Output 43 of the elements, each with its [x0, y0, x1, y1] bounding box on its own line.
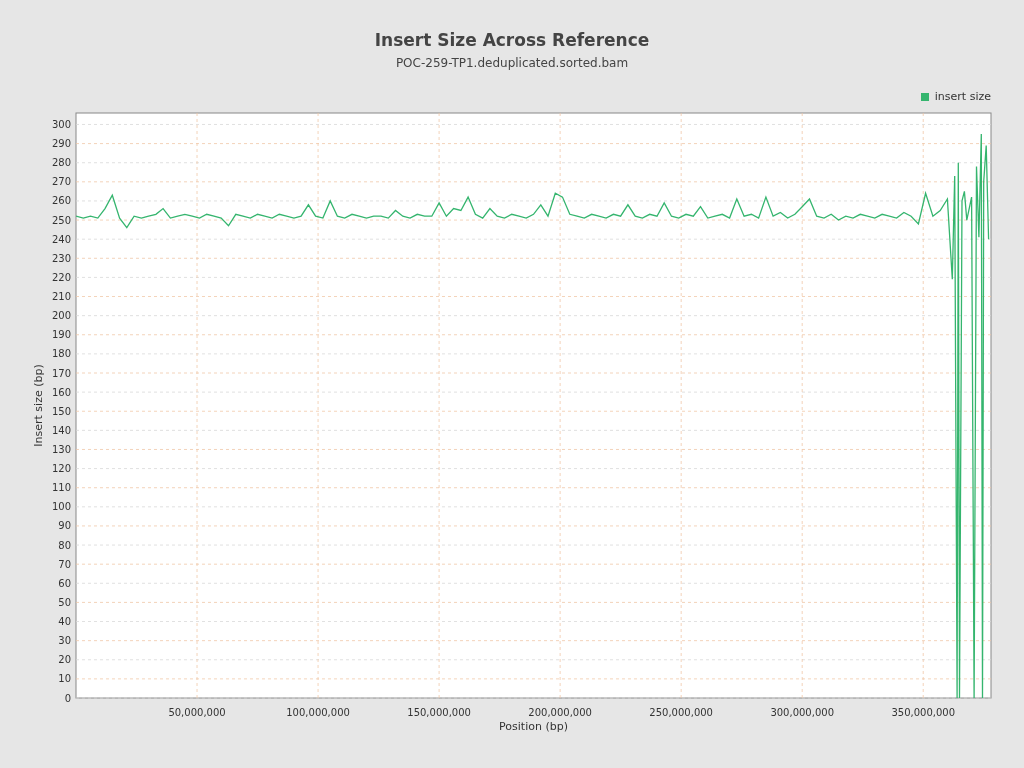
- axis-tick-label: 280: [51, 157, 71, 169]
- axis-tick-label: 10: [58, 673, 71, 685]
- axis-tick-label: 300: [51, 118, 71, 130]
- axis-tick-label: 90: [58, 520, 71, 532]
- axis-tick-label: 120: [51, 463, 71, 475]
- axis-tick-label: 350,000,000: [891, 707, 956, 718]
- axis-tick-label: 290: [51, 138, 71, 150]
- axis-tick-label: 130: [51, 443, 71, 455]
- axis-tick-label: 30: [58, 635, 71, 647]
- axis-tick-label: 250,000,000: [649, 707, 713, 718]
- axis-tick-label: 50,000,000: [168, 707, 226, 718]
- axis-tick-label: 190: [51, 329, 71, 341]
- axis-tick-label: 50: [58, 596, 71, 608]
- axis-tick-label: 250: [51, 214, 71, 226]
- axis-tick-label: 240: [51, 233, 71, 245]
- axis-tick-label: 230: [51, 252, 71, 264]
- axis-tick-label: 100,000,000: [286, 707, 350, 718]
- axis-tick-label: 170: [51, 367, 71, 379]
- axis-tick-label: 260: [51, 195, 71, 207]
- axis-tick-label: 220: [51, 271, 71, 283]
- axis-tick-label: 180: [51, 348, 71, 360]
- axis-tick-label: 200: [51, 310, 71, 322]
- axis-tick-label: 110: [51, 482, 71, 494]
- axis-tick-label: 300,000,000: [770, 707, 834, 718]
- axis-tick-label: 150,000,000: [407, 707, 471, 718]
- axis-tick-label: 70: [58, 558, 71, 570]
- axis-tick-label: 40: [58, 616, 71, 628]
- axis-tick-label: 20: [58, 654, 71, 666]
- axis-tick-label: 80: [58, 539, 71, 551]
- axis-tick-label: 210: [51, 291, 71, 303]
- axis-tick-label: 270: [51, 176, 71, 188]
- legend-label: insert size: [934, 90, 991, 103]
- axis-tick-label: 150: [51, 405, 71, 417]
- axis-tick-label: 100: [51, 501, 71, 513]
- chart-title: Insert Size Across Reference: [374, 30, 650, 50]
- axis-tick-label: 200,000,000: [528, 707, 592, 718]
- axis-title: Position (bp): [499, 720, 568, 733]
- axis-tick-label: 140: [51, 424, 71, 436]
- axis-tick-label: 60: [58, 577, 71, 589]
- chart-subtitle: POC-259-TP1.deduplicated.sorted.bam: [395, 56, 629, 70]
- axis-tick-label: 160: [51, 386, 71, 398]
- axis-title: Insert size (bp): [32, 364, 45, 447]
- axis-tick-label: 0: [64, 692, 71, 704]
